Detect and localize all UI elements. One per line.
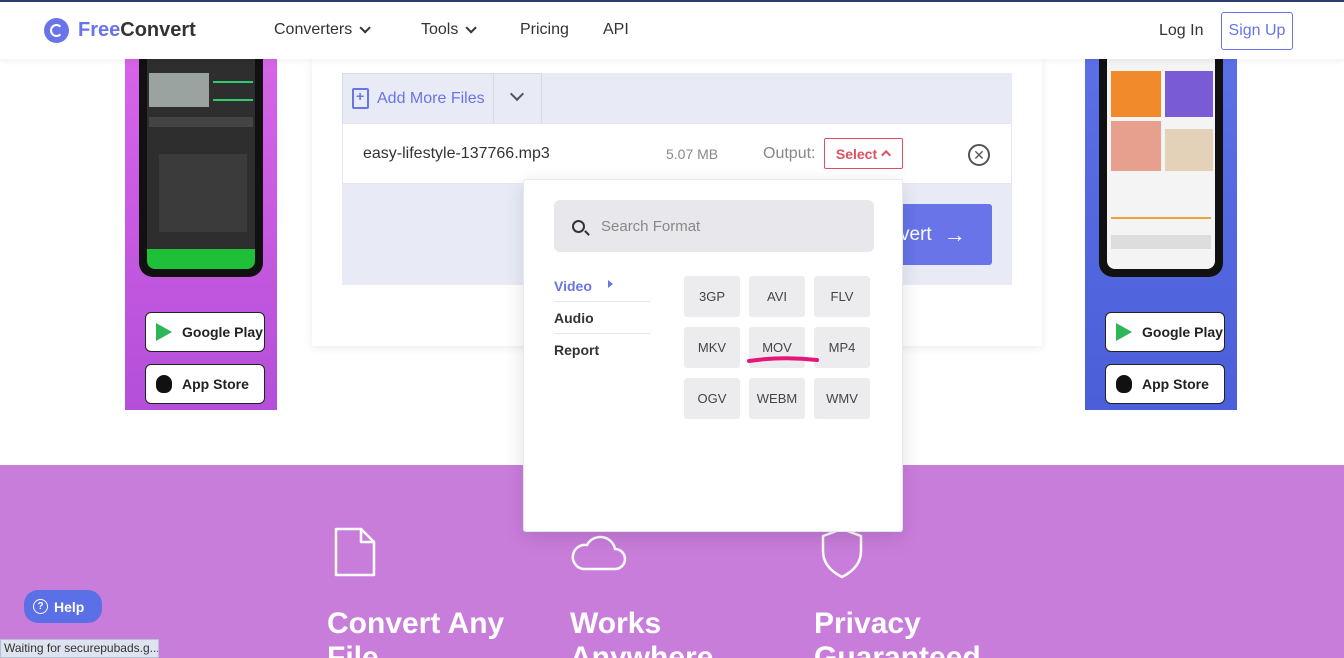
logo[interactable]: FreeConvert [44,18,196,43]
format-wmv[interactable]: WMV [814,378,870,419]
shield-icon [821,527,863,579]
file-name: easy-lifestyle-137766.mp3 [363,145,550,162]
google-play-button[interactable]: Google Play [145,312,265,352]
search-icon [572,219,585,233]
apple-icon [1116,375,1132,393]
nav-api[interactable]: API [603,21,629,39]
help-button[interactable]: ? Help [24,590,102,623]
output-format-select[interactable]: Select [824,138,903,169]
format-ogv[interactable]: OGV [684,378,740,419]
chevron-down-icon [465,22,478,34]
cloud-icon [571,535,627,571]
category-video[interactable]: Video [554,270,650,302]
logo-icon [44,18,69,43]
format-mp4[interactable]: MP4 [814,327,870,368]
format-flv[interactable]: FLV [814,276,870,317]
logo-text: FreeConvert [78,19,196,41]
app-store-button[interactable]: App Store [1105,364,1225,404]
file-row: easy-lifestyle-137766.mp3 5.07 MB Output… [342,123,1012,184]
chevron-down-icon [359,22,372,34]
app-store-button[interactable]: App Store [145,364,265,404]
output-label: Output: [763,145,816,162]
format-3gp[interactable]: 3GP [684,276,740,317]
format-dropdown: Video Audio Report 3GP AVI FLV MKV MOV M… [523,179,903,532]
highlight-underline [747,356,819,363]
category-report[interactable]: Report [554,334,650,366]
file-size: 5.07 MB [666,146,719,162]
chevron-up-icon [881,149,892,160]
feature-title: Convert Any File [327,607,505,658]
site-header: FreeConvert Converters Tools Pricing API… [0,2,1344,59]
phone-mockup [1099,59,1223,277]
add-more-files-button[interactable]: Add More Files [342,73,542,124]
divider [493,74,494,123]
right-ad-banner[interactable]: Google Play App Store [1085,59,1237,410]
google-play-button[interactable]: Google Play [1105,312,1225,352]
google-play-icon [156,323,172,341]
browser-status-bar: Waiting for securepubads.g... [0,639,159,658]
remove-file-icon[interactable]: ✕ [968,144,990,166]
format-search[interactable] [554,200,874,252]
phone-screen-image [1107,59,1215,269]
arrow-right-icon: → [943,221,966,247]
login-link[interactable]: Log In [1159,22,1203,40]
left-ad-banner[interactable]: Google Play App Store [125,59,277,410]
nav-pricing[interactable]: Pricing [520,21,569,39]
chevron-down-icon[interactable] [509,86,525,102]
phone-screen-image [147,59,255,269]
format-webm[interactable]: WEBM [749,378,805,419]
nav-tools[interactable]: Tools [421,21,478,39]
add-file-icon [352,88,369,109]
signup-button[interactable]: Sign Up [1221,12,1293,50]
file-icon [334,527,376,577]
feature-title: Works Anywhere [570,607,714,658]
apple-icon [156,375,172,393]
google-play-icon [1116,323,1132,341]
search-input[interactable] [601,217,841,235]
caret-right-icon [607,279,613,288]
nav-converters[interactable]: Converters [274,21,372,39]
feature-title: Privacy Guaranteed [814,607,981,658]
phone-mockup [139,59,263,277]
question-icon: ? [33,599,48,614]
category-audio[interactable]: Audio [554,302,650,334]
format-mkv[interactable]: MKV [684,327,740,368]
format-avi[interactable]: AVI [749,276,805,317]
